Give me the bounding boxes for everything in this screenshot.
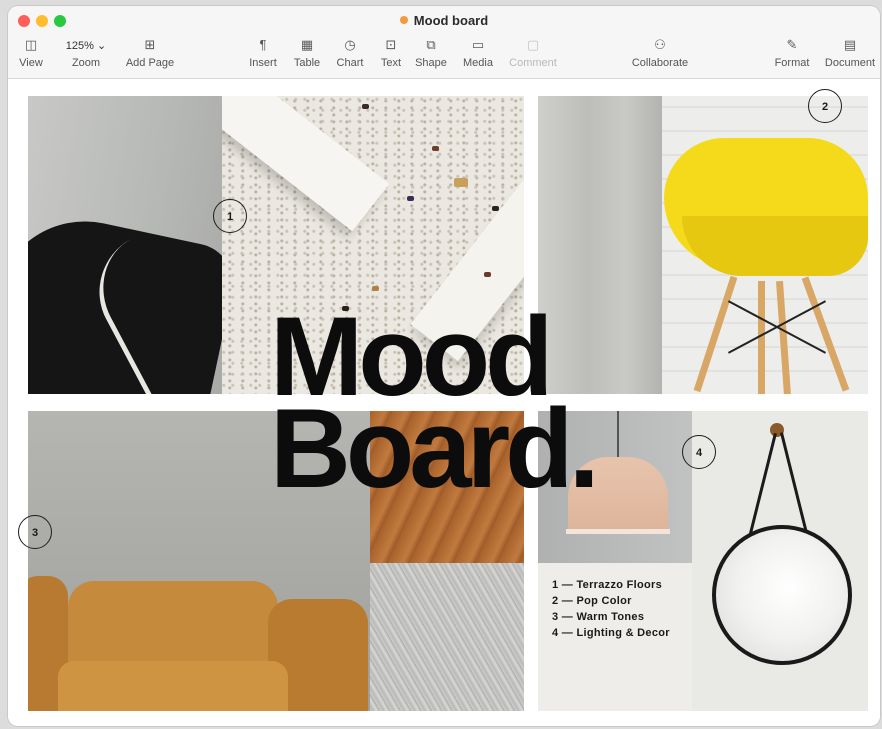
chart-button[interactable]: ◷ Chart [330, 36, 370, 69]
media-button[interactable]: ▭ Media [458, 36, 498, 69]
comment-label: Comment [509, 57, 557, 69]
terrazzo-chip [492, 206, 499, 211]
round-mirror-image[interactable] [692, 411, 868, 711]
document-status-dot [399, 16, 408, 24]
text-label: Text [380, 57, 402, 69]
paragraph-icon: ¶ [259, 37, 267, 52]
terrazzo-step-shape [222, 96, 390, 232]
mirror-glass [712, 525, 852, 665]
legend-item: 4 — Lighting & Decor [552, 627, 670, 639]
sofa-back [68, 581, 278, 671]
chevron-down-icon: ⌄ [96, 40, 107, 52]
collaborate-icon: ⚇ [654, 37, 666, 52]
table-label: Table [293, 57, 321, 69]
black-chair-image[interactable] [28, 96, 222, 394]
headline-line-2: Board. [270, 386, 600, 511]
add-page-label: Add Page [125, 57, 175, 69]
format-brush-icon: ✎ [786, 37, 798, 52]
legend-item: 1 — Terrazzo Floors [552, 579, 663, 591]
window-title-text: Mood board [413, 13, 489, 28]
text-box-icon: ⊡ [385, 37, 397, 52]
chair-shell-underside-shape [682, 216, 868, 276]
table-icon: ▦ [300, 37, 314, 52]
text-button[interactable]: ⊡ Text [374, 36, 408, 69]
add-page-button[interactable]: ⊞ Add Page [120, 36, 180, 69]
chair-leg [775, 280, 792, 394]
window-title: Mood board [8, 13, 880, 28]
collaborate-label: Collaborate [631, 57, 689, 69]
yellow-chair-image[interactable] [662, 96, 868, 394]
marker-3[interactable]: 3 [18, 515, 52, 549]
terrazzo-chip [454, 178, 468, 187]
marker-1[interactable]: 1 [213, 199, 247, 233]
table-button[interactable]: ▦ Table [288, 36, 326, 69]
document-button[interactable]: ▤ Document [822, 36, 878, 69]
sidebar-icon: ◫ [24, 37, 38, 52]
zoom-label: Zoom [71, 57, 101, 69]
chart-icon: ◷ [344, 37, 356, 52]
document-label: Document [824, 57, 876, 69]
terrazzo-chip [407, 196, 414, 201]
chair-leg [801, 276, 850, 392]
terrazzo-chip [362, 104, 369, 109]
lamp-cord [617, 411, 619, 461]
insert-button[interactable]: ¶ Insert [244, 36, 282, 69]
insert-label: Insert [249, 57, 277, 69]
shape-button[interactable]: ⧉ Shape [412, 36, 450, 69]
legend-list: 1 — Terrazzo Floors 2 — Pop Color 3 — Wa… [552, 577, 670, 641]
terrazzo-chip [484, 272, 491, 277]
chair-leg [693, 275, 738, 393]
zoom-control[interactable]: 125% ⌄ Zoom [56, 36, 116, 69]
legend-item: 3 — Warm Tones [552, 611, 645, 623]
media-icon: ▭ [471, 37, 485, 52]
shape-icon: ⧉ [426, 37, 436, 52]
view-label: View [19, 57, 43, 69]
format-button[interactable]: ✎ Format [772, 36, 812, 69]
shape-label: Shape [415, 57, 447, 69]
lamp-rim [566, 529, 670, 534]
comment-icon: ▢ [526, 37, 540, 52]
comment-button[interactable]: ▢ Comment [506, 36, 560, 69]
view-button[interactable]: ◫ View [14, 36, 48, 69]
chart-label: Chart [336, 57, 364, 69]
legend-item: 2 — Pop Color [552, 595, 632, 607]
legend-panel[interactable]: 1 — Terrazzo Floors 2 — Pop Color 3 — Wa… [538, 563, 692, 711]
collaborate-button[interactable]: ⚇ Collaborate [628, 36, 692, 69]
headline-text[interactable]: Mood Board. [270, 301, 600, 511]
media-label: Media [463, 57, 493, 69]
add-page-icon: ⊞ [144, 37, 156, 52]
document-canvas[interactable]: 1 — Terrazzo Floors 2 — Pop Color 3 — Wa… [8, 79, 880, 726]
document-icon: ▤ [843, 37, 857, 52]
terrazzo-chip [432, 146, 439, 151]
format-label: Format [774, 57, 810, 69]
marker-4[interactable]: 4 [682, 435, 716, 469]
sofa-seat [58, 661, 288, 711]
app-window: Mood board ◫ View 125% ⌄ Zoom ⊞ Add Page… [8, 6, 880, 726]
fur-rug-image[interactable] [370, 563, 524, 711]
terrazzo-chip [372, 286, 379, 291]
title-bar: Mood board ◫ View 125% ⌄ Zoom ⊞ Add Page… [8, 6, 880, 79]
marker-2[interactable]: 2 [808, 89, 842, 123]
zoom-value[interactable]: 125% ⌄ [62, 36, 110, 56]
